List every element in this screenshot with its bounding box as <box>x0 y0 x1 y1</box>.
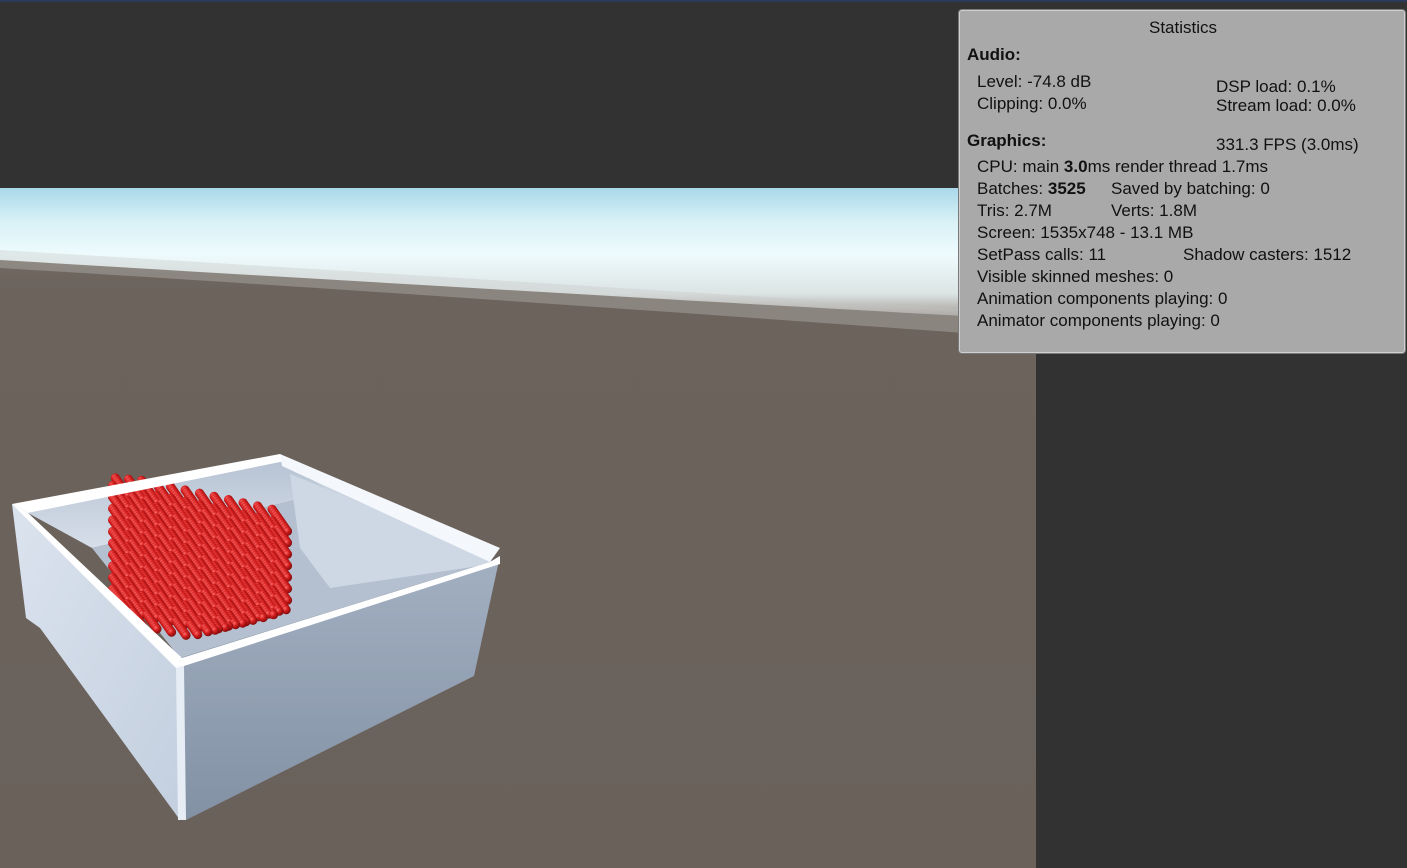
graphics-skinned-meshes: Visible skinned meshes: 0 <box>977 267 1174 286</box>
statistics-panel: Statistics Audio: Level: -74.8 dB Clippi… <box>959 10 1405 353</box>
graphics-saved-by-batching: Saved by batching: 0 <box>1111 179 1270 198</box>
red-sphere <box>193 629 203 640</box>
graphics-screen: Screen: 1535x748 - 13.1 MB <box>977 223 1194 242</box>
graphics-animator-components: Animator components playing: 0 <box>977 311 1220 330</box>
red-sphere <box>166 627 177 637</box>
audio-heading: Audio: <box>967 45 1021 64</box>
graphics-cpu: CPU: main 3.0ms render thread 1.7ms <box>977 157 1268 177</box>
graphics-shadow-casters: Shadow casters: 1512 <box>1183 245 1352 264</box>
batches-prefix: Batches: <box>977 179 1048 198</box>
game-view: Statistics Audio: Level: -74.8 dB Clippi… <box>0 0 1407 868</box>
batches-value: 3525 <box>1047 179 1086 198</box>
window-top-edge <box>0 0 1407 2</box>
statistics-title: Statistics <box>1148 18 1218 37</box>
audio-stream-load: Stream load: 0.0% <box>1216 96 1356 115</box>
graphics-fps: 331.3 FPS (3.0ms) <box>1216 135 1359 154</box>
red-sphere <box>203 627 213 637</box>
audio-dsp-load: DSP load: 0.1% <box>1216 77 1336 96</box>
graphics-animation-components: Animation components playing: 0 <box>977 289 1228 308</box>
red-sphere <box>258 612 268 623</box>
audio-clipping: Clipping: 0.0% <box>977 94 1087 113</box>
red-sphere <box>181 630 191 640</box>
scene-render <box>0 188 1036 868</box>
cpu-prefix: CPU: main <box>977 157 1064 176</box>
red-sphere <box>268 610 279 620</box>
graphics-heading: Graphics: <box>967 131 1047 150</box>
scene-viewport[interactable] <box>0 188 1036 868</box>
cpu-suffix: ms render thread 1.7ms <box>1087 157 1269 176</box>
graphics-verts: Verts: 1.8M <box>1111 201 1197 220</box>
cpu-main-value: 3.0 <box>1063 157 1088 176</box>
graphics-setpass: SetPass calls: 11 <box>977 245 1107 264</box>
graphics-tris: Tris: 2.7M <box>977 201 1052 220</box>
audio-level: Level: -74.8 dB <box>977 72 1092 91</box>
graphics-batches: Batches: 3525 <box>977 179 1086 199</box>
